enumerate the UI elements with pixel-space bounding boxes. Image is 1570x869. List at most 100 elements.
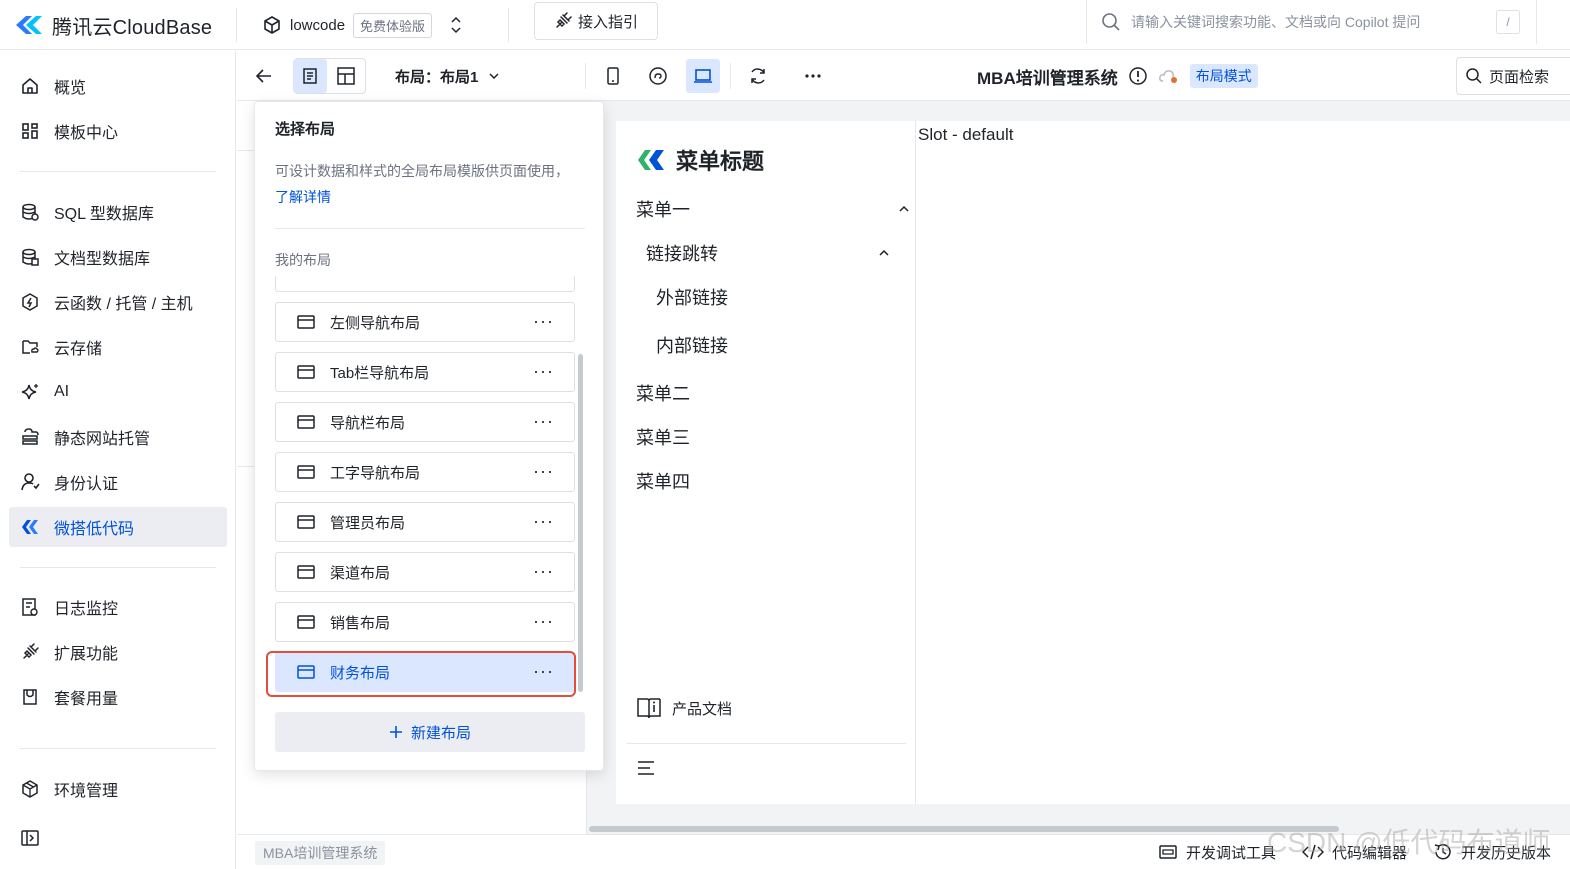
layout-canvas[interactable]: 菜单标题 菜单一 链接跳转 外部链接 内部链接 菜单二 菜单三 菜单四 产品文档	[616, 121, 1570, 804]
layout-item[interactable]: 管理员布局 ···	[275, 502, 575, 542]
sidebar-item-usage[interactable]: 套餐用量	[9, 677, 227, 717]
canvas-horizontal-scrollbar[interactable]	[589, 826, 1339, 832]
more-options-icon[interactable]: ···	[533, 461, 554, 482]
layout-item[interactable]: 导航栏布局 ···	[275, 402, 575, 442]
learn-more-link[interactable]: 了解详情	[275, 189, 331, 205]
package-icon	[20, 687, 40, 707]
search-shortcut-key: /	[1496, 10, 1520, 34]
menu-item-1[interactable]: 菜单一	[636, 195, 909, 223]
layout-item[interactable]: 渠道布局 ···	[275, 552, 575, 592]
sidebar-item-functions[interactable]: 云函数 / 托管 / 主机	[9, 282, 227, 322]
plug-icon	[554, 12, 572, 30]
cloud-sync-icon[interactable]	[1158, 67, 1180, 85]
layout-item[interactable]: 销售布局 ···	[275, 602, 575, 642]
page-search-button[interactable]: 页面检索	[1456, 57, 1570, 95]
info-icon[interactable]	[1128, 66, 1148, 86]
menu-item-4[interactable]: 菜单四	[636, 467, 690, 495]
access-guide-button[interactable]: 接入指引	[534, 2, 658, 40]
sidebar-item-auth[interactable]: 身份认证	[9, 462, 227, 502]
app-title-text: MBA培训管理系统	[977, 68, 1118, 88]
layout-item-partial[interactable]	[275, 276, 575, 292]
product-docs-link[interactable]: 产品文档	[636, 695, 732, 721]
editor-toolbar: 布局：布局1 MBA培训管理系统 布局模式 页面检索	[237, 51, 1570, 101]
bottom-bar: MBA培训管理系统 开发调试工具 代码编辑器 开发历史版本 CSDN @低代码布…	[237, 826, 1570, 869]
debug-icon	[1158, 843, 1178, 861]
brand[interactable]: 腾讯云CloudBase	[14, 9, 212, 41]
chevron-down-icon	[488, 70, 500, 82]
sidebar-item-extensions[interactable]: 扩展功能	[9, 632, 227, 672]
global-search-input[interactable]: 请输入关键词搜索功能、文档或向 Copilot 提问	[1086, 0, 1536, 44]
panel-scrollbar[interactable]	[578, 354, 583, 692]
cube-icon	[262, 15, 282, 35]
layout-item[interactable]: 左侧导航布局 ···	[275, 302, 575, 342]
more-options-icon[interactable]: ···	[533, 411, 554, 432]
more-options-icon[interactable]	[796, 59, 830, 93]
refresh-icon[interactable]	[741, 59, 775, 93]
brand-name: 腾讯云CloudBase	[52, 16, 213, 39]
sidebar-item-overview[interactable]: 概览	[9, 66, 227, 106]
sidebar-divider	[20, 748, 216, 749]
menu-item-2[interactable]: 菜单二	[636, 379, 690, 407]
database-icon	[20, 202, 40, 222]
menu-divider	[626, 743, 906, 744]
menu-item-internal-link[interactable]: 内部链接	[656, 331, 728, 359]
search-placeholder: 请输入关键词搜索功能、文档或向 Copilot 提问	[1131, 14, 1421, 30]
panel-edge	[237, 466, 254, 467]
menu-title-text: 菜单标题	[676, 149, 765, 174]
layout-view-icon[interactable]	[329, 59, 363, 93]
cloudbase-logo-icon	[14, 14, 44, 36]
chevron-up-icon	[878, 249, 890, 257]
mobile-device-icon[interactable]	[596, 59, 630, 93]
page-view-icon[interactable]	[293, 59, 327, 93]
top-bar: 腾讯云CloudBase lowcode 免费体验版 接入指引 请输入关键词搜索…	[0, 0, 1570, 50]
my-layouts-label: 我的布局	[275, 252, 331, 268]
switch-chevron-icon	[450, 16, 462, 34]
layout-item[interactable]: 工字导航布局 ···	[275, 452, 575, 492]
menu-title: 菜单标题	[636, 145, 764, 175]
sidebar-item-lowcode[interactable]: 微搭低代码	[9, 507, 227, 547]
menu-item-external-link[interactable]: 外部链接	[656, 283, 728, 311]
layout-window-icon	[296, 364, 316, 380]
toolbar-divider	[585, 63, 586, 89]
more-options-icon[interactable]: ···	[533, 511, 554, 532]
sidebar-item-templates[interactable]: 模板中心	[9, 111, 227, 151]
more-options-icon[interactable]: ···	[533, 311, 554, 332]
more-options-icon[interactable]: ···	[533, 611, 554, 632]
more-options-icon[interactable]: ···	[533, 361, 554, 382]
layout-window-icon	[296, 614, 316, 630]
sidebar-item-document-database[interactable]: 文档型数据库	[9, 237, 227, 277]
sidebar-item-static-hosting[interactable]: 静态网站托管	[9, 417, 227, 457]
sidebar-item-logs[interactable]: 日志监控	[9, 587, 227, 627]
default-slot[interactable]: Slot - default	[918, 125, 1013, 145]
function-icon	[20, 292, 40, 312]
sidebar-item-sql-database[interactable]: SQL 型数据库	[9, 192, 227, 232]
page-search-label: 页面检索	[1489, 68, 1550, 86]
menu-item-link-jump[interactable]: 链接跳转	[646, 239, 906, 267]
hosting-icon	[20, 427, 40, 447]
extension-icon	[20, 642, 40, 662]
sparkle-icon	[20, 382, 40, 402]
panel-title: 选择布局	[275, 121, 336, 138]
more-options-icon[interactable]: ···	[533, 561, 554, 582]
menu-item-3[interactable]: 菜单三	[636, 423, 690, 451]
miniprogram-device-icon[interactable]	[641, 59, 675, 93]
back-arrow-icon[interactable]	[247, 59, 281, 93]
new-layout-button[interactable]: 新建布局	[275, 712, 585, 752]
collapse-sidebar-icon[interactable]	[20, 829, 40, 847]
layout-select-label: 布局：布局1	[395, 68, 479, 86]
watermark: CSDN @低代码布道师	[1267, 827, 1551, 858]
desktop-device-icon[interactable]	[686, 59, 720, 93]
sidebar-item-ai[interactable]: AI	[9, 372, 227, 412]
lowcode-icon	[20, 517, 40, 537]
log-icon	[20, 597, 40, 617]
menu-toggle-icon[interactable]	[636, 759, 656, 777]
environment-selector[interactable]: lowcode 免费体验版	[262, 9, 462, 41]
bottom-page-name[interactable]: MBA培训管理系统	[255, 841, 386, 865]
debug-tools-button[interactable]: 开发调试工具	[1158, 840, 1276, 864]
layout-select[interactable]: 布局：布局1	[395, 63, 500, 89]
sidebar-item-environment[interactable]: 环境管理	[9, 769, 227, 809]
sidebar-item-storage[interactable]: 云存储	[9, 327, 227, 367]
layout-item[interactable]: Tab栏导航布局 ···	[275, 352, 575, 392]
grid-icon	[20, 121, 40, 141]
chevron-up-icon	[898, 205, 910, 213]
